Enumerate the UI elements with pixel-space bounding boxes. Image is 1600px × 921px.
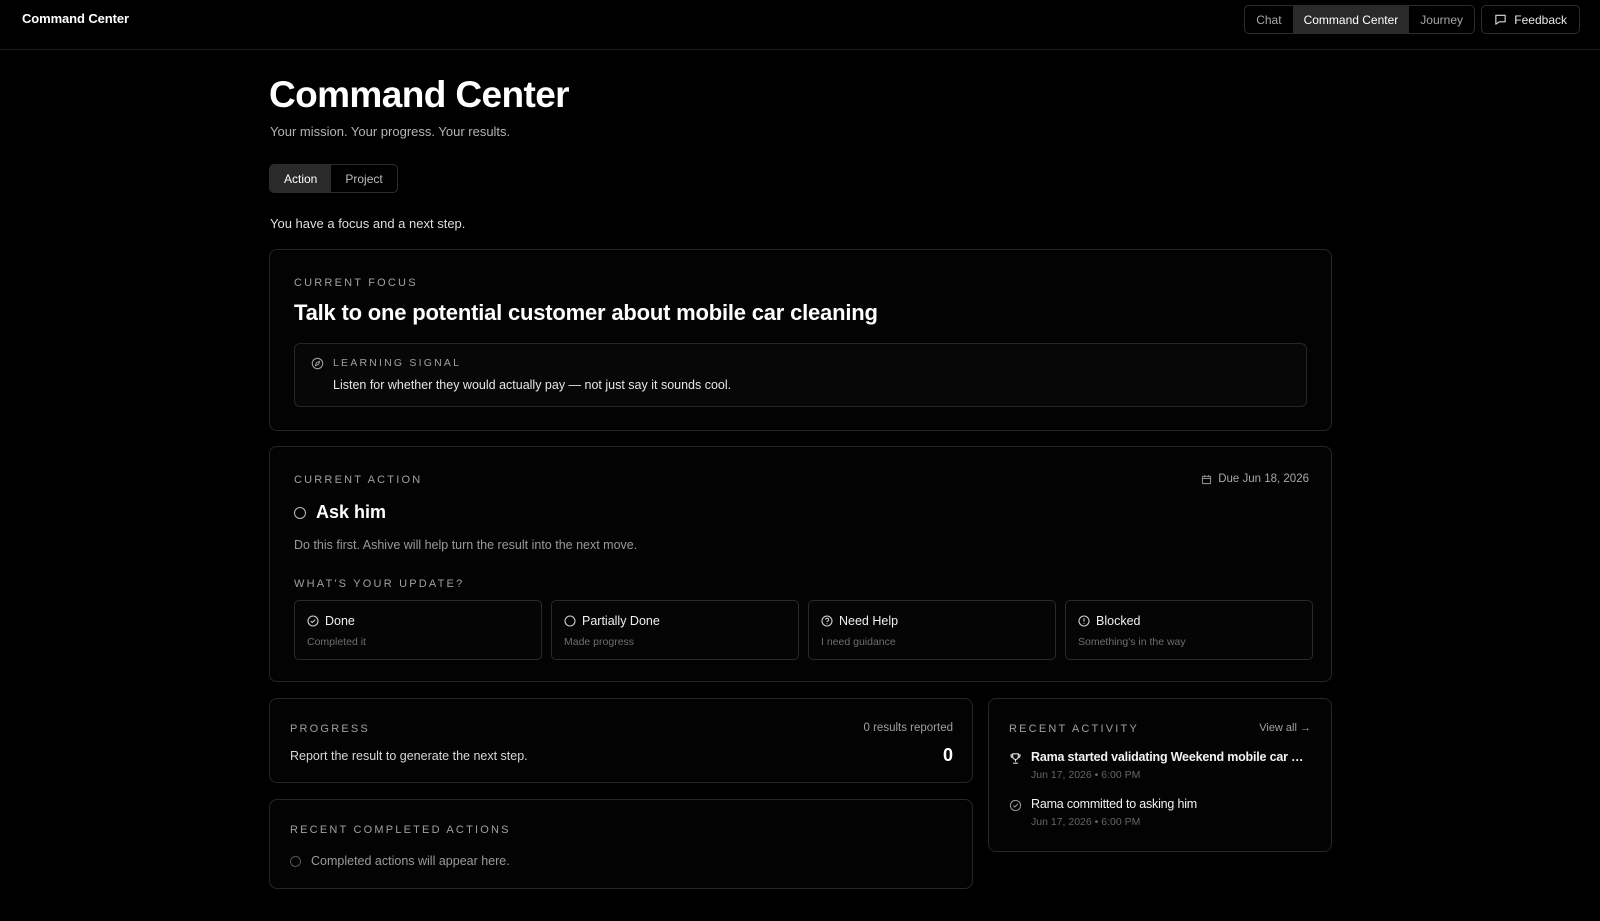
update-options: Done Completed it Partially Done Made pr… xyxy=(294,600,1313,660)
alert-circle-icon xyxy=(1078,615,1090,627)
nav-chat[interactable]: Chat xyxy=(1245,6,1292,33)
nav-command-center[interactable]: Command Center xyxy=(1292,6,1410,33)
update-label: WHAT'S YOUR UPDATE? xyxy=(294,578,465,590)
progress-card: PROGRESS 0 results reported Report the r… xyxy=(269,698,973,783)
completed-eyebrow: RECENT COMPLETED ACTIONS xyxy=(290,824,511,836)
brand-title[interactable]: Command Center xyxy=(22,11,129,26)
option-label: Partially Done xyxy=(582,614,660,628)
option-sub: Made progress xyxy=(564,636,635,648)
feedback-button[interactable]: Feedback xyxy=(1481,5,1580,34)
update-option-blocked[interactable]: Blocked Something's in the way xyxy=(1065,600,1313,660)
page-title: Command Center xyxy=(269,74,570,115)
top-bar: Command Center Chat Command Center Journ… xyxy=(0,0,1600,50)
option-sub: I need guidance xyxy=(821,636,896,648)
trophy-icon xyxy=(1010,753,1021,764)
message-square-icon xyxy=(1495,14,1506,25)
current-action-card: CURRENT ACTION Due Jun 18, 2026 Ask him … xyxy=(269,446,1332,682)
learning-signal-box: LEARNING SIGNAL Listen for whether they … xyxy=(294,343,1307,407)
update-option-partially-done[interactable]: Partially Done Made progress xyxy=(551,600,799,660)
option-sub: Something's in the way xyxy=(1078,636,1186,648)
progress-text: Report the result to generate the next s… xyxy=(290,749,528,763)
activity-date: Jun 17, 2026 • 6:00 PM xyxy=(1031,769,1141,781)
progress-count: 0 xyxy=(942,745,953,765)
page-subtitle: Your mission. Your progress. Your result… xyxy=(270,124,511,139)
check-circle-icon xyxy=(307,615,319,627)
feedback-label: Feedback xyxy=(1514,12,1567,27)
main-nav: Chat Command Center Journey xyxy=(1244,5,1475,34)
action-description: Do this first. Ashive will help turn the… xyxy=(294,538,638,552)
activity-text: Rama started validating Weekend mobile c… xyxy=(1031,750,1313,764)
completed-empty-state: Completed actions will appear here. xyxy=(290,854,510,868)
action-item[interactable]: Ask him xyxy=(294,502,386,523)
action-eyebrow: CURRENT ACTION xyxy=(294,474,423,486)
action-title: Ask him xyxy=(316,502,387,522)
calendar-icon xyxy=(1202,474,1212,484)
activity-date: Jun 17, 2026 • 6:00 PM xyxy=(1031,816,1141,828)
current-focus-card: CURRENT FOCUS Talk to one potential cust… xyxy=(269,249,1332,431)
update-option-done[interactable]: Done Completed it xyxy=(294,600,542,660)
activity-eyebrow: RECENT ACTIVITY xyxy=(1009,723,1139,735)
compass-icon xyxy=(311,357,324,370)
view-all-link[interactable]: View all → xyxy=(1259,722,1311,734)
option-sub: Completed it xyxy=(307,636,366,648)
completed-empty-text: Completed actions will appear here. xyxy=(311,854,510,868)
check-circle-icon xyxy=(1009,799,1022,812)
focus-title: Talk to one potential customer about mob… xyxy=(294,300,878,325)
tab-project[interactable]: Project xyxy=(331,165,396,192)
signal-label: LEARNING SIGNAL xyxy=(333,357,462,369)
option-label: Blocked xyxy=(1096,614,1141,628)
help-circle-icon xyxy=(821,615,833,627)
update-option-need-help[interactable]: Need Help I need guidance xyxy=(808,600,1056,660)
recent-activity-card: RECENT ACTIVITY View all → Rama started … xyxy=(988,698,1332,852)
recent-completed-card: RECENT COMPLETED ACTIONS Completed actio… xyxy=(269,799,973,889)
nav-journey[interactable]: Journey xyxy=(1409,6,1474,33)
progress-eyebrow: PROGRESS xyxy=(290,723,370,735)
signal-text: Listen for whether they would actually p… xyxy=(333,378,732,392)
focus-eyebrow: CURRENT FOCUS xyxy=(294,277,418,289)
view-tabs: Action Project xyxy=(269,164,398,193)
due-date-text: Due Jun 18, 2026 xyxy=(1218,473,1309,485)
option-label: Done xyxy=(325,614,355,628)
empty-circle-icon xyxy=(290,855,301,867)
action-checkbox[interactable] xyxy=(294,506,306,519)
intro-text: You have a focus and a next step. xyxy=(270,216,466,231)
tab-action[interactable]: Action xyxy=(270,165,332,192)
half-circle-icon xyxy=(564,615,576,627)
activity-text: Rama committed to asking him xyxy=(1031,797,1197,811)
due-date: Due Jun 18, 2026 xyxy=(1201,473,1309,485)
results-reported: 0 results reported xyxy=(863,722,954,734)
option-label: Need Help xyxy=(839,614,899,628)
